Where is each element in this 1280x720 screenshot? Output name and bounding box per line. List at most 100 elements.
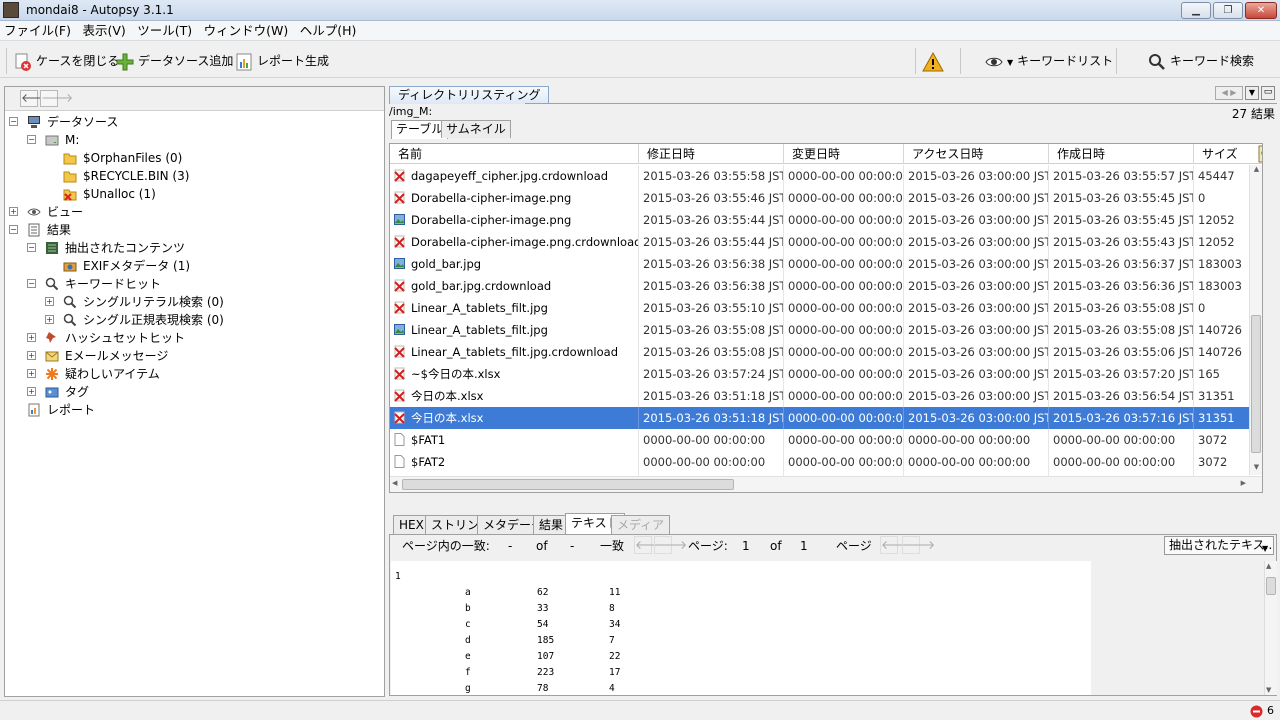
- menu-tools[interactable]: ツール(T): [133, 21, 196, 41]
- forward-arrow-icon[interactable]: 🡒: [40, 90, 73, 107]
- scroll-down-icon[interactable]: ▼: [1251, 463, 1262, 475]
- menu-window[interactable]: ウィンドウ(W): [200, 21, 293, 41]
- viewer-scroll-thumb[interactable]: [1266, 577, 1276, 595]
- next-match-icon[interactable]: 🡒: [654, 536, 687, 554]
- tree-node-exif[interactable]: EXIFメタデータ (1): [63, 257, 190, 275]
- table-row[interactable]: 今日の本.xlsx 2015-03-26 03:51:18 JST 0000-00-…: [390, 407, 1262, 429]
- scroll-up-icon[interactable]: ▲: [1251, 165, 1262, 177]
- collapse-icon[interactable]: −: [27, 243, 36, 252]
- column-header-changed[interactable]: 変更日時: [784, 144, 904, 164]
- table-row[interactable]: Linear_A_tablets_filt.jpg 2015-03-26 03:5…: [390, 319, 1262, 341]
- match-word: 一致: [600, 539, 625, 553]
- table-row[interactable]: Dorabella-cipher-image.png.crdownload 201…: [390, 231, 1262, 253]
- horizontal-scrollbar[interactable]: ◀ ▶: [390, 476, 1262, 492]
- maximize-panel-icon[interactable]: ▭: [1261, 86, 1275, 100]
- table-row[interactable]: $FAT1 0000-00-00 00:00:00 0000-00-00 00:00…: [390, 429, 1262, 451]
- tree-node-suspicious[interactable]: + 疑わしいアイテム: [27, 365, 160, 383]
- tree-node-recyclebin[interactable]: $RECYCLE.BIN (3): [63, 167, 189, 185]
- keyword-list-button[interactable]: ▼ キーワードリスト: [985, 50, 1113, 72]
- table-row[interactable]: Dorabella-cipher-image.png 2015-03-26 03:…: [390, 209, 1262, 231]
- expand-icon[interactable]: +: [27, 351, 36, 360]
- generate-report-button[interactable]: レポート生成: [235, 50, 329, 72]
- expand-icon[interactable]: +: [27, 387, 36, 396]
- scroll-right-icon[interactable]: ▶: [1241, 479, 1246, 487]
- tree-node-single-literal[interactable]: + シングルリテラル検索 (0): [45, 293, 224, 311]
- table-row[interactable]: $FAT2 0000-00-00 00:00:00 0000-00-00 00:00…: [390, 451, 1262, 473]
- expand-icon[interactable]: +: [45, 315, 54, 324]
- close-button[interactable]: ✕: [1245, 2, 1277, 19]
- table-row[interactable]: gold_bar.jpg 2015-03-26 03:56:38 JST 0000-…: [390, 253, 1262, 275]
- viewer-scrollbar[interactable]: ▲ ▼: [1264, 561, 1277, 695]
- column-header-name[interactable]: 名前: [390, 144, 639, 164]
- table-row[interactable]: Dorabella-cipher-image.png 2015-03-26 03:…: [390, 187, 1262, 209]
- tab-results[interactable]: 結果: [533, 515, 570, 534]
- cell-name: Dorabella-cipher-image.png.crdownload: [390, 231, 639, 253]
- error-stop-icon[interactable]: [1250, 705, 1263, 718]
- table-row[interactable]: 今日の本.xlsx 2015-03-26 03:51:18 JST 0000-00-…: [390, 385, 1262, 407]
- eye-icon: [985, 57, 1003, 66]
- tree-node-single-regex[interactable]: + シングル正規表現検索 (0): [45, 311, 224, 329]
- column-header-size[interactable]: サイズ: [1194, 144, 1262, 164]
- menu-view[interactable]: 表示(V): [78, 21, 129, 41]
- close-case-button[interactable]: ケースを閉じる: [14, 50, 119, 72]
- tab-dropdown-icon[interactable]: ▼: [1245, 86, 1259, 100]
- minimize-button[interactable]: ▁: [1181, 2, 1211, 19]
- collapse-icon[interactable]: −: [9, 117, 18, 126]
- table-row[interactable]: Linear_A_tablets_filt.jpg.crdownload 2015…: [390, 341, 1262, 363]
- tree-node-extracted-content[interactable]: − 抽出されたコンテンツ: [27, 239, 185, 257]
- tree-node-views[interactable]: + ビュー: [9, 203, 83, 221]
- tree-node-reports[interactable]: レポート: [27, 401, 95, 419]
- deleted-folder-icon: [63, 189, 77, 201]
- column-header-created[interactable]: 作成日時: [1049, 144, 1194, 164]
- vertical-scroll-thumb[interactable]: [1251, 315, 1261, 453]
- column-header-modified[interactable]: 修正日時: [639, 144, 784, 164]
- scroll-left-icon[interactable]: ◀: [392, 479, 397, 487]
- next-page-icon[interactable]: 🡒: [902, 536, 935, 554]
- collapse-icon[interactable]: −: [27, 135, 36, 144]
- tree-node-tags[interactable]: + タグ: [27, 383, 89, 401]
- table-row[interactable]: dagapeyeff_cipher.jpg.crdownload 2015-03-…: [390, 165, 1262, 187]
- directory-listing-panel: ディレクトリリスティング ◀ ▶ ▼ ▭ /img_M: 27 結果 テーブル …: [389, 86, 1277, 506]
- column-header-accessed[interactable]: アクセス日時: [904, 144, 1049, 164]
- tab-table[interactable]: テーブル: [391, 120, 449, 139]
- collapse-icon[interactable]: −: [27, 279, 36, 288]
- collapse-icon[interactable]: −: [9, 225, 18, 234]
- tree-node-unalloc[interactable]: $Unalloc (1): [63, 185, 156, 203]
- text-source-dropdown[interactable]: 抽出されたテキス...: [1164, 536, 1274, 555]
- tree-node-keyword-hits[interactable]: − キーワードヒット: [27, 275, 161, 293]
- scroll-up-icon[interactable]: ▲: [1266, 562, 1271, 570]
- expand-icon[interactable]: +: [9, 207, 18, 216]
- cell-chg: 0000-00-00 00:00:00: [784, 407, 904, 429]
- vertical-scrollbar[interactable]: ▲ ▼: [1249, 165, 1262, 475]
- menu-file[interactable]: ファイル(F): [0, 21, 75, 41]
- tree-node-hashset[interactable]: + ハッシュセットヒット: [27, 329, 185, 347]
- tab-thumbnail[interactable]: サムネイル: [441, 120, 511, 138]
- extracted-text-area[interactable]: 1 a 62 11 b 33 8 c 54 34 d 185 7 e 107 22 f 223 17 g 78 4: [391, 561, 1091, 695]
- add-datasource-button[interactable]: データソース追加: [116, 50, 233, 72]
- table-row[interactable]: ~$今日の本.xlsx 2015-03-26 03:57:24 JST 0000-0…: [390, 363, 1262, 385]
- table-row[interactable]: gold_bar.jpg.crdownload 2015-03-26 03:56:…: [390, 275, 1262, 297]
- expand-icon[interactable]: +: [27, 369, 36, 378]
- expand-icon[interactable]: +: [45, 297, 54, 306]
- tab-scroll-arrows-icon[interactable]: ◀ ▶: [1215, 86, 1243, 100]
- tab-directory-listing[interactable]: ディレクトリリスティング: [389, 86, 550, 104]
- maximize-button[interactable]: ❐: [1213, 2, 1243, 19]
- back-arrow-icon[interactable]: 🡐: [20, 90, 53, 107]
- prev-page-icon[interactable]: 🡐: [880, 536, 913, 554]
- tree-node-orphanfiles[interactable]: $OrphanFiles (0): [63, 149, 182, 167]
- column-chooser-icon[interactable]: [1258, 145, 1263, 163]
- cell-name: gold_bar.jpg.crdownload: [390, 275, 639, 297]
- horizontal-scroll-thumb[interactable]: [402, 479, 734, 490]
- tree-node-datasources[interactable]: − データソース: [9, 113, 118, 131]
- prev-match-icon[interactable]: 🡐: [634, 536, 667, 554]
- table-row[interactable]: Linear_A_tablets_filt.jpg 2015-03-26 03:5…: [390, 297, 1262, 319]
- tree-node-email[interactable]: + Eメールメッセージ: [27, 347, 168, 365]
- tree-node-drive[interactable]: − M:: [27, 131, 79, 149]
- warning-notification-button[interactable]: [921, 50, 949, 72]
- keyword-search-button[interactable]: キーワード検索: [1148, 50, 1254, 72]
- tree-node-results[interactable]: − 結果: [9, 221, 71, 239]
- scroll-down-icon[interactable]: ▼: [1266, 686, 1271, 694]
- cell-chg: 0000-00-00 00:00:00: [784, 363, 904, 385]
- expand-icon[interactable]: +: [27, 333, 36, 342]
- menu-help[interactable]: ヘルプ(H): [296, 21, 361, 41]
